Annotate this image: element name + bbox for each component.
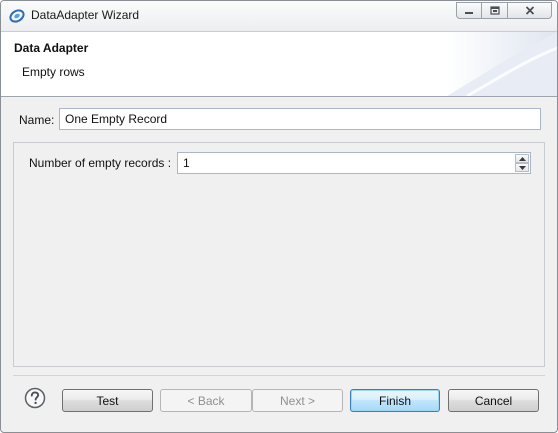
eclipse-app-icon [9, 9, 25, 23]
settings-group [13, 142, 545, 367]
empty-records-label: Number of empty records : [29, 156, 172, 170]
close-button[interactable] [508, 2, 552, 19]
next-button[interactable]: Next > [252, 389, 343, 412]
chevron-up-icon [518, 156, 526, 161]
minimize-button[interactable] [456, 2, 482, 19]
header-description: Empty rows [22, 65, 85, 79]
wizard-header: Data Adapter Empty rows [1, 32, 557, 97]
close-icon [525, 6, 534, 15]
name-input[interactable] [59, 108, 541, 130]
name-label: Name: [19, 113, 55, 127]
empty-records-value[interactable]: 1 [183, 156, 190, 170]
title-bar[interactable]: DataAdapter Wizard [1, 1, 557, 32]
window-controls [456, 2, 552, 20]
minimize-icon [465, 11, 473, 14]
button-bar-separator [13, 375, 545, 376]
back-button[interactable]: < Back [160, 389, 252, 412]
name-row: Name: [1, 107, 557, 131]
finish-button[interactable]: Finish [350, 389, 440, 412]
maximize-button[interactable] [482, 2, 508, 19]
cancel-button[interactable]: Cancel [448, 389, 539, 412]
test-button[interactable]: Test [62, 389, 153, 412]
window-title: DataAdapter Wizard [31, 8, 140, 22]
empty-records-spinner[interactable]: 1 [177, 152, 531, 174]
maximize-icon [489, 6, 500, 15]
wizard-window: DataAdapter Wizard Data Adapter Empty ro… [0, 0, 558, 433]
spinner-up-button[interactable] [515, 154, 529, 163]
header-title: Data Adapter [14, 41, 89, 55]
chevron-down-icon [518, 165, 526, 170]
help-question-icon[interactable] [24, 387, 46, 409]
spinner-down-button[interactable] [515, 163, 529, 172]
header-banner-graphic [447, 32, 557, 96]
spinner-buttons [515, 154, 529, 172]
